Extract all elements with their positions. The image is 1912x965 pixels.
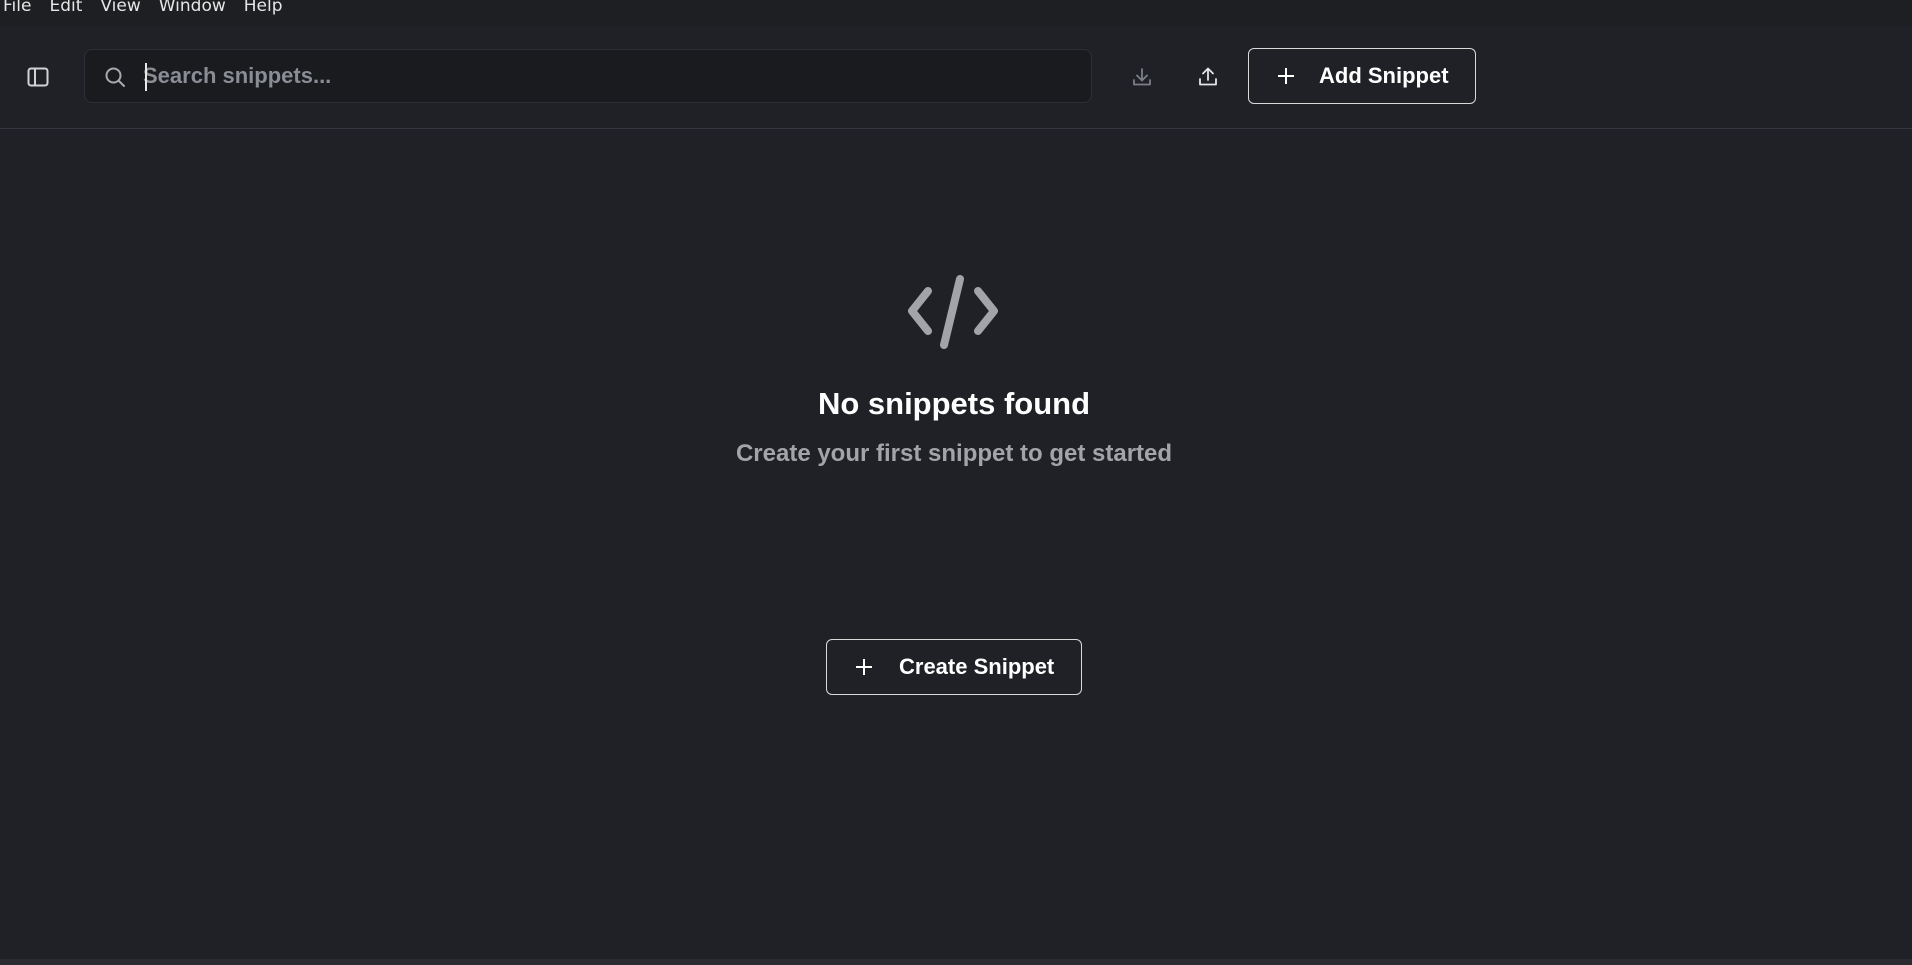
plus-icon	[856, 659, 872, 675]
menu-help[interactable]: Help	[244, 0, 283, 15]
sidebar-toggle-button[interactable]	[24, 64, 52, 90]
sidebar-panel-icon	[27, 67, 49, 87]
menu-bar: File Edit View Window Help	[0, 0, 1912, 26]
menu-edit[interactable]: Edit	[49, 0, 82, 15]
plus-icon	[1278, 68, 1294, 84]
empty-state-subtitle: Create your first snippet to get started	[735, 440, 1173, 467]
toolbar: Add Snippet	[0, 26, 1912, 129]
search-input[interactable]	[143, 50, 1073, 102]
create-snippet-button[interactable]: Create Snippet	[826, 639, 1082, 695]
menu-window[interactable]: Window	[159, 0, 226, 15]
code-icon	[908, 275, 998, 349]
export-button[interactable]	[1190, 60, 1226, 94]
search-icon	[105, 67, 125, 87]
search-box	[84, 49, 1092, 103]
menu-view[interactable]: View	[100, 0, 140, 15]
add-snippet-label: Add Snippet	[1319, 63, 1449, 88]
text-caret	[145, 63, 147, 91]
upload-icon	[1199, 67, 1217, 86]
add-snippet-button[interactable]: Add Snippet	[1248, 48, 1476, 104]
import-button[interactable]	[1124, 60, 1160, 94]
create-snippet-label: Create Snippet	[899, 654, 1055, 679]
window-bottom-edge	[0, 959, 1912, 965]
menu-file[interactable]: File	[3, 0, 31, 15]
download-icon	[1133, 68, 1151, 86]
empty-state-title: No snippets found	[817, 386, 1091, 421]
